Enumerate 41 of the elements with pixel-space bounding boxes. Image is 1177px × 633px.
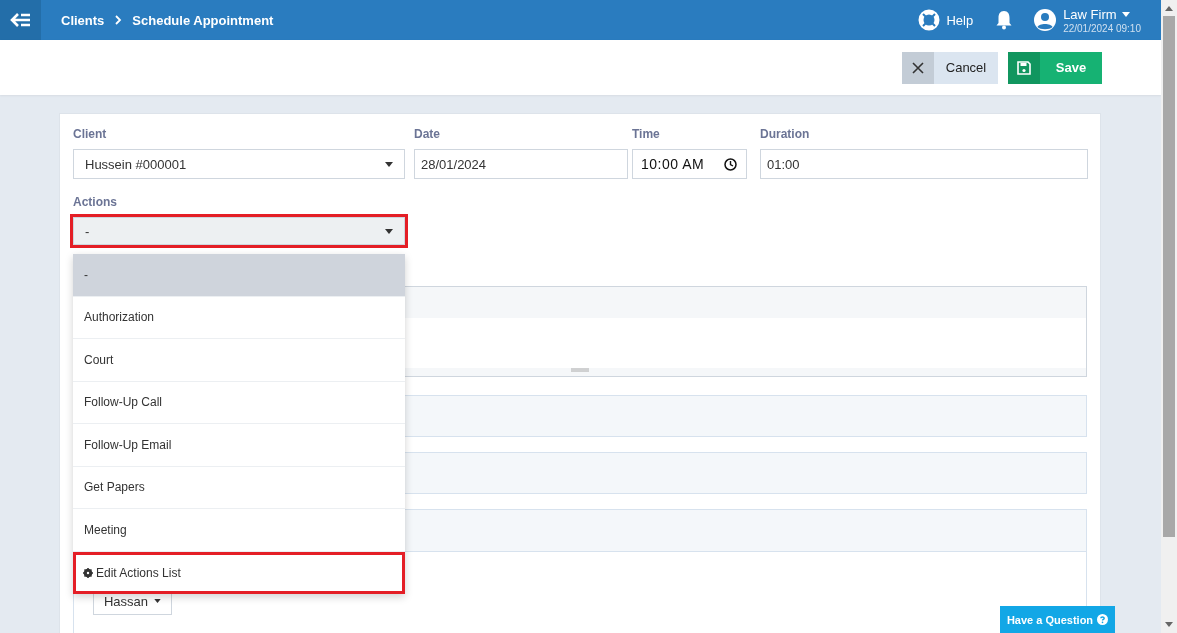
field-label: Time	[632, 127, 661, 143]
clock-icon	[724, 157, 737, 171]
dropdown-option[interactable]: Follow-Up Email	[73, 424, 405, 467]
dropdown-option[interactable]: -	[73, 254, 405, 297]
chevron-icon	[114, 15, 123, 25]
field-label: Date	[414, 127, 441, 143]
back-arrow-icon	[9, 12, 32, 28]
gear-icon	[83, 567, 93, 578]
close-icon	[912, 61, 924, 74]
breadcrumb-link[interactable]: Clients	[61, 12, 105, 28]
account-name[interactable]: Law Firm	[1063, 6, 1117, 22]
help-icon	[1097, 614, 1109, 625]
actions-select[interactable]: -	[73, 217, 405, 245]
field-label: Actions	[73, 195, 118, 211]
account-datetime: 22/01/2024 09:10	[1063, 22, 1141, 34]
caret-icon	[385, 228, 393, 234]
user-avatar-icon[interactable]	[1033, 8, 1058, 32]
scroll-up-icon[interactable]	[1165, 6, 1173, 11]
back-button[interactable]	[0, 0, 41, 40]
cancel-button[interactable]: Cancel	[902, 51, 998, 84]
input-field[interactable]: 28/01/2024	[414, 149, 628, 179]
dropdown-option[interactable]: Meeting	[73, 509, 405, 552]
dropdown-option[interactable]: Get Papers	[73, 466, 405, 509]
caret-icon	[154, 599, 162, 603]
scrollbar[interactable]	[1161, 0, 1177, 633]
input-field[interactable]: 01:00	[760, 149, 1088, 179]
caret-icon[interactable]	[1121, 11, 1130, 17]
bell-icon[interactable]	[995, 10, 1014, 30]
field-label: Client	[73, 127, 108, 143]
resize-handle-icon[interactable]	[571, 368, 589, 372]
lifebuoy-icon[interactable]	[918, 9, 941, 31]
caret-icon	[385, 161, 393, 167]
field-label: Duration	[760, 127, 811, 143]
breadcrumb-link[interactable]: Schedule Appointment	[132, 12, 274, 28]
client-select[interactable]: Hussein #000001	[73, 149, 405, 179]
time-field[interactable]: 10:00 AM	[632, 149, 747, 179]
dropdown-option[interactable]: Authorization	[73, 296, 405, 339]
dropdown-option[interactable]: Follow-Up Call	[73, 381, 405, 424]
dropdown-option[interactable]: Court	[73, 339, 405, 382]
help-link[interactable]: Help	[946, 12, 974, 28]
scroll-down-icon[interactable]	[1165, 622, 1173, 627]
